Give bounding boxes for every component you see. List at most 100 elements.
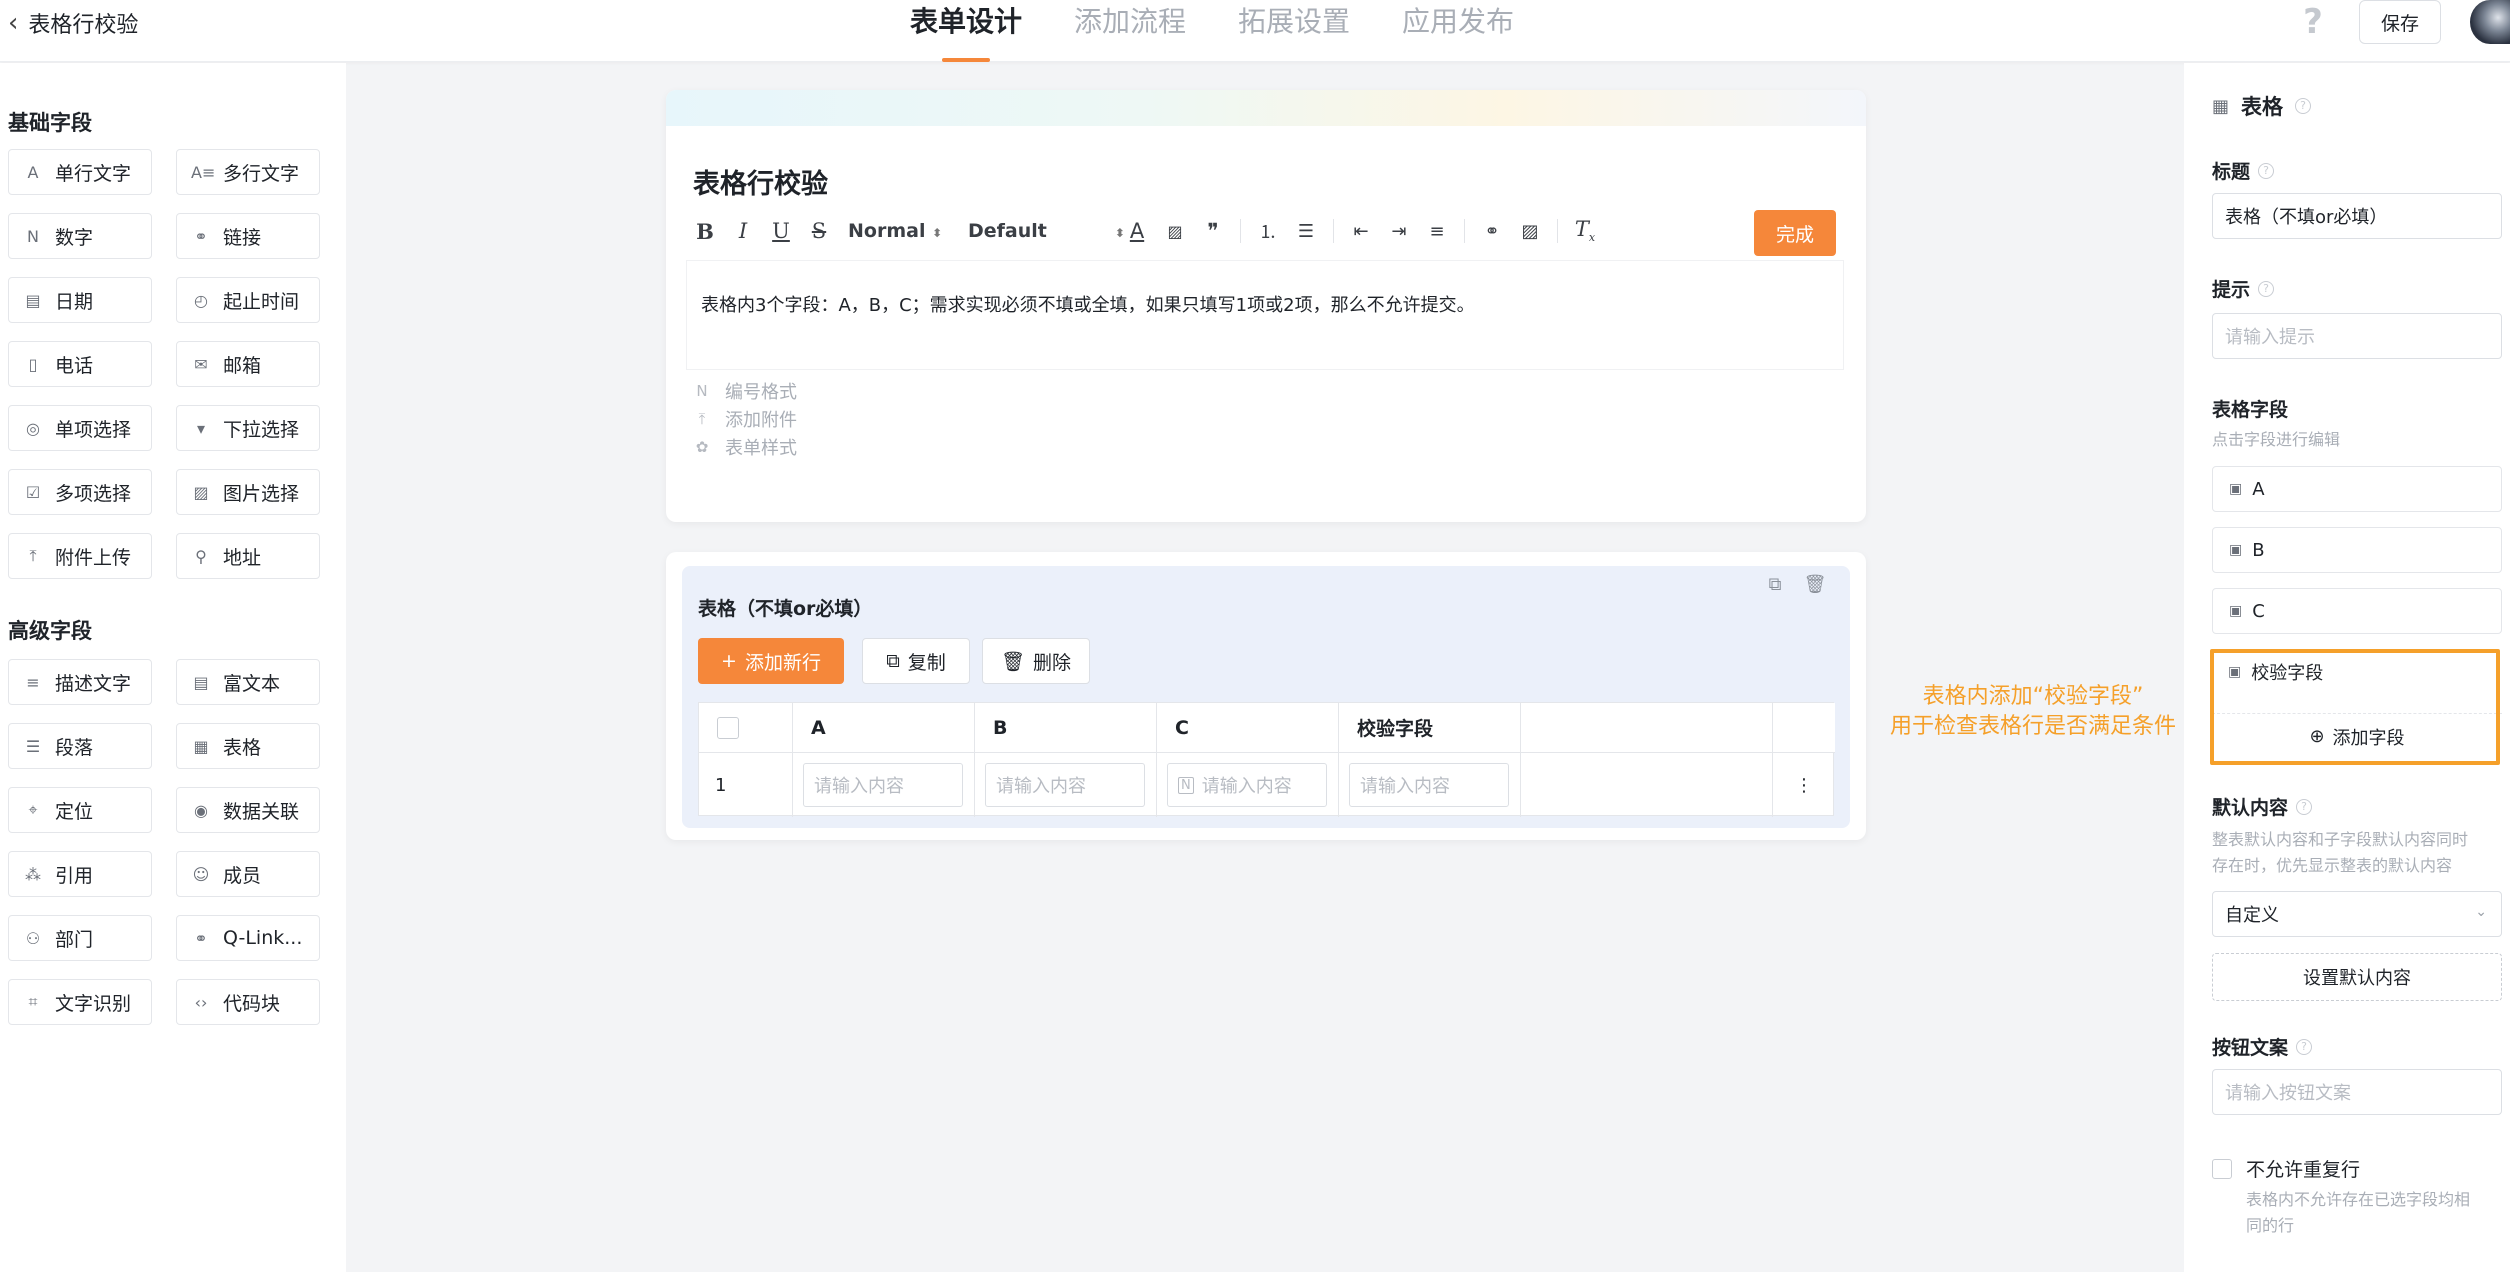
editor-toolbar: B I U S Normal ⬍ Default ⬍ A ▨ ❞ ⒈ ☰ ⇤ ⇥ … bbox=[686, 206, 1844, 256]
field-type-button[interactable]: ☑ 多项选择 bbox=[8, 469, 152, 515]
field-type-button[interactable]: ☺ 成员 bbox=[176, 851, 320, 897]
number-format-option[interactable]: N 编号格式 bbox=[693, 378, 797, 404]
question-icon[interactable]: ? bbox=[2296, 798, 2313, 815]
cell-input-a[interactable]: 请输入内容 bbox=[803, 763, 963, 807]
back-button[interactable]: ‹ 表格行校验 bbox=[8, 7, 138, 39]
trash-icon[interactable]: 🗑 bbox=[1802, 574, 1828, 600]
table-field-c[interactable]: ▣ C bbox=[2212, 588, 2502, 634]
clear-format-icon[interactable]: Tx bbox=[1566, 217, 1604, 244]
add-attachment-option[interactable]: ⤒ 添加附件 bbox=[693, 406, 797, 432]
bullet-list-icon[interactable]: ☰ bbox=[1287, 221, 1325, 242]
link-icon[interactable]: ⚭ bbox=[1473, 221, 1511, 242]
field-type-button[interactable]: ◴ 起止时间 bbox=[176, 277, 320, 323]
default-content-select[interactable]: 自定义 ⌄ bbox=[2212, 891, 2502, 937]
no-duplicate-option[interactable]: 不允许重复行 bbox=[2212, 1155, 2360, 1182]
field-type-button[interactable]: ⤒ 附件上传 bbox=[8, 533, 152, 579]
field-type-label: 起止时间 bbox=[223, 290, 300, 313]
field-type-button[interactable]: ▾ 下拉选择 bbox=[176, 405, 320, 451]
question-icon[interactable]: ? bbox=[2258, 280, 2275, 297]
field-type-button[interactable]: ⚭ Q-Link... bbox=[176, 915, 320, 961]
field-type-button[interactable]: ☰ 段落 bbox=[8, 723, 152, 769]
form-title[interactable]: 表格行校验 bbox=[693, 162, 828, 201]
title-input[interactable]: 表格（不填or必填） bbox=[2212, 193, 2502, 239]
field-type-button[interactable]: A≡ 多行文字 bbox=[176, 149, 320, 195]
ordered-list-icon[interactable]: ⒈ bbox=[1249, 218, 1287, 244]
background-color-icon[interactable]: ▨ bbox=[1156, 222, 1194, 241]
bold-button[interactable]: B bbox=[686, 219, 724, 244]
cell-input-check[interactable]: 请输入内容 bbox=[1349, 763, 1509, 807]
add-row-button[interactable]: + 添加新行 bbox=[698, 638, 844, 684]
indent-icon[interactable]: ⇥ bbox=[1380, 221, 1418, 242]
select-all-checkbox[interactable] bbox=[717, 716, 739, 739]
label-text: 提示 bbox=[2212, 279, 2251, 301]
field-type-button[interactable]: ⚇ 部门 bbox=[8, 915, 152, 961]
help-icon[interactable]: ? bbox=[2296, 2, 2330, 42]
done-button[interactable]: 完成 bbox=[1754, 210, 1836, 256]
copy-label: 复制 bbox=[907, 651, 946, 674]
align-icon[interactable]: ≡ bbox=[1418, 221, 1456, 242]
font-select[interactable]: Default ⬍ bbox=[968, 220, 1125, 242]
save-button[interactable]: 保存 bbox=[2359, 0, 2441, 44]
cell-input-c[interactable]: N 请输入内容 bbox=[1167, 763, 1327, 807]
table-field-a[interactable]: ▣ A bbox=[2212, 466, 2502, 512]
hint-input[interactable]: 请输入提示 bbox=[2212, 313, 2502, 359]
editor-content[interactable]: 表格内3个字段：A，B，C；需求实现必须不填或全填，如果只填写1项或2项，那么不… bbox=[686, 260, 1844, 370]
question-icon[interactable]: ? bbox=[2258, 162, 2275, 179]
field-type-button[interactable]: ▨ 图片选择 bbox=[176, 469, 320, 515]
row-more-button[interactable]: ⋮ bbox=[1773, 753, 1835, 817]
annotation-note: 表格内添加“校验字段” 用于检查表格行是否满足条件 bbox=[1858, 682, 2208, 742]
button-text-input[interactable]: 请输入按钮文案 bbox=[2212, 1069, 2502, 1115]
field-type-button[interactable]: ⌖ 定位 bbox=[8, 787, 152, 833]
image-icon[interactable]: ▨ bbox=[1511, 221, 1549, 242]
field-type-button[interactable]: ▤ 富文本 bbox=[176, 659, 320, 705]
field-type-button[interactable]: ‹› 代码块 bbox=[176, 979, 320, 1025]
form-style-option[interactable]: ✿ 表单样式 bbox=[693, 434, 797, 460]
strike-button[interactable]: S bbox=[800, 219, 838, 243]
field-type-button[interactable]: N 数字 bbox=[8, 213, 152, 259]
tab-form-design[interactable]: 表单设计 bbox=[910, 0, 1022, 46]
question-icon[interactable]: ? bbox=[2295, 98, 2312, 114]
table-field-b[interactable]: ▣ B bbox=[2212, 527, 2502, 573]
field-type-button[interactable]: A 单行文字 bbox=[8, 149, 152, 195]
font-color-icon[interactable]: A bbox=[1118, 219, 1156, 243]
italic-button[interactable]: I bbox=[724, 219, 762, 243]
field-type-button[interactable]: ▯ 电话 bbox=[8, 341, 152, 387]
field-type-label: Q-Link... bbox=[223, 927, 303, 949]
field-type-button[interactable]: ◉ 数据关联 bbox=[176, 787, 320, 833]
properties-panel: ▦ 表格 ? 标题? 表格（不填or必填） 提示? 请输入提示 表格字段 点击字… bbox=[2184, 63, 2510, 1272]
field-type-button[interactable]: ⚲ 地址 bbox=[176, 533, 320, 579]
avatar[interactable] bbox=[2470, 0, 2510, 44]
underline-button[interactable]: U bbox=[762, 219, 800, 243]
tab-extend-settings[interactable]: 拓展设置 bbox=[1238, 0, 1350, 46]
field-type-button[interactable]: ≡ 描述文字 bbox=[8, 659, 152, 705]
table-widget-card[interactable]: ⧉ 🗑 表格（不填or必填） + 添加新行 ⧉ 复制 🗑 删除 A B C 校验… bbox=[666, 552, 1866, 840]
field-type-label: 部门 bbox=[55, 928, 94, 951]
tab-add-flow[interactable]: 添加流程 bbox=[1074, 0, 1186, 46]
chevron-left-icon: ‹ bbox=[8, 8, 19, 38]
copy-icon[interactable]: ⧉ bbox=[1762, 574, 1788, 600]
field-type-button[interactable]: ⚭ 链接 bbox=[176, 213, 320, 259]
field-type-button[interactable]: ⌗ 文字识别 bbox=[8, 979, 152, 1025]
tab-publish[interactable]: 应用发布 bbox=[1402, 0, 1514, 46]
copy-button[interactable]: ⧉ 复制 bbox=[862, 638, 970, 684]
cell-placeholder: 请输入内容 bbox=[1360, 776, 1450, 797]
field-type-button[interactable]: ⁂ 引用 bbox=[8, 851, 152, 897]
field-type-icon: ⌖ bbox=[28, 800, 38, 819]
question-icon[interactable]: ? bbox=[2296, 1038, 2313, 1055]
quote-icon[interactable]: ❞ bbox=[1194, 219, 1232, 243]
no-duplicate-checkbox[interactable] bbox=[2212, 1158, 2232, 1179]
field-type-label: 邮箱 bbox=[223, 354, 262, 377]
more-vertical-icon: ⋮ bbox=[1795, 774, 1813, 796]
cell-input-b[interactable]: 请输入内容 bbox=[985, 763, 1145, 807]
field-type-button[interactable]: ▤ 日期 bbox=[8, 277, 152, 323]
field-type-button[interactable]: ✉ 邮箱 bbox=[176, 341, 320, 387]
option-label: 编号格式 bbox=[725, 382, 797, 403]
table-cell: 请输入内容 bbox=[975, 753, 1157, 817]
field-type-button[interactable]: ▦ 表格 bbox=[176, 723, 320, 769]
outdent-icon[interactable]: ⇤ bbox=[1342, 221, 1380, 242]
set-default-button[interactable]: 设置默认内容 bbox=[2212, 953, 2502, 1001]
field-type-button[interactable]: ◎ 单项选择 bbox=[8, 405, 152, 451]
delete-button[interactable]: 🗑 删除 bbox=[982, 638, 1090, 684]
column-header: C bbox=[1157, 703, 1339, 753]
heading-select[interactable]: Normal ⬍ bbox=[848, 220, 958, 242]
